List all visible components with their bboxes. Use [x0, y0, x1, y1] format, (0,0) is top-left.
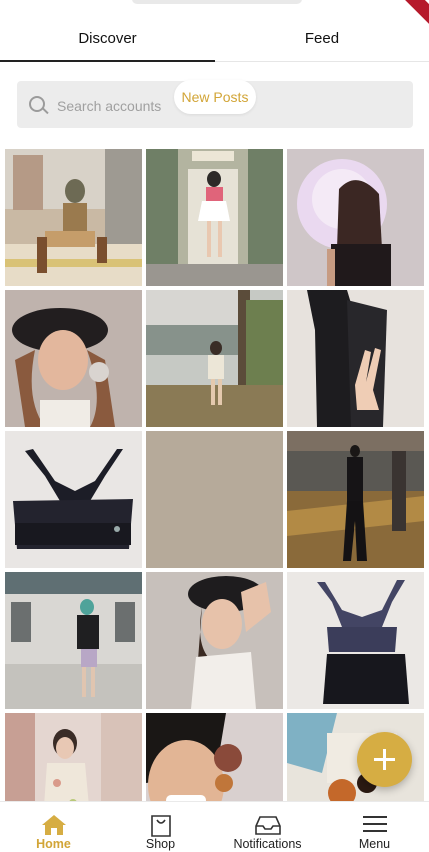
nav-notifications-label: Notifications: [233, 837, 302, 851]
post-thumbnail[interactable]: [5, 572, 142, 709]
tab-discover[interactable]: Discover: [0, 20, 215, 60]
tab-bar: Discover Feed: [0, 20, 429, 64]
post-image: [146, 290, 283, 427]
active-tab-indicator: [0, 60, 215, 62]
menu-icon: [362, 816, 387, 832]
nav-shop-label: Shop: [145, 837, 176, 851]
post-thumbnail[interactable]: [5, 149, 142, 286]
nav-menu[interactable]: Menu: [321, 802, 428, 852]
nav-home[interactable]: Home: [0, 802, 107, 852]
post-thumbnail[interactable]: [146, 572, 283, 709]
nav-shop[interactable]: Shop: [107, 802, 214, 852]
post-grid: [5, 149, 425, 801]
post-thumbnail[interactable]: [287, 290, 424, 427]
post-thumbnail[interactable]: [287, 431, 424, 568]
post-thumbnail[interactable]: [5, 290, 142, 427]
post-thumbnail[interactable]: [287, 572, 424, 709]
bottom-navigation: Home Shop Notifications Menu: [0, 801, 429, 852]
post-image: [287, 431, 424, 568]
inbox-icon: [254, 816, 281, 835]
post-image: [146, 431, 283, 568]
nav-menu-label: Menu: [358, 837, 391, 851]
create-post-button[interactable]: [357, 732, 412, 787]
post-image: [287, 149, 424, 286]
post-image: [287, 572, 424, 709]
post-thumbnail[interactable]: [287, 149, 424, 286]
post-thumbnail[interactable]: [146, 290, 283, 427]
search-icon: [29, 96, 45, 112]
nav-notifications[interactable]: Notifications: [214, 802, 321, 852]
post-image: [5, 713, 142, 801]
post-thumbnail[interactable]: [146, 149, 283, 286]
new-posts-button[interactable]: New Posts: [174, 80, 256, 114]
tab-divider: [215, 61, 429, 62]
post-thumbnail[interactable]: [5, 431, 142, 568]
post-image: [5, 149, 142, 286]
post-thumbnail[interactable]: [5, 713, 142, 801]
post-thumbnail[interactable]: [146, 431, 283, 568]
post-thumbnail[interactable]: [146, 713, 283, 801]
post-image: [5, 431, 142, 568]
post-image: [5, 290, 142, 427]
post-image: [146, 572, 283, 709]
nav-home-label: Home: [36, 837, 71, 851]
post-image: [146, 713, 283, 801]
tab-feed[interactable]: Feed: [215, 20, 429, 60]
post-image: [146, 149, 283, 286]
post-image: [5, 572, 142, 709]
home-icon: [41, 815, 66, 835]
status-pill: [132, 0, 302, 4]
shopping-bag-icon: [150, 815, 171, 837]
post-image: [287, 290, 424, 427]
